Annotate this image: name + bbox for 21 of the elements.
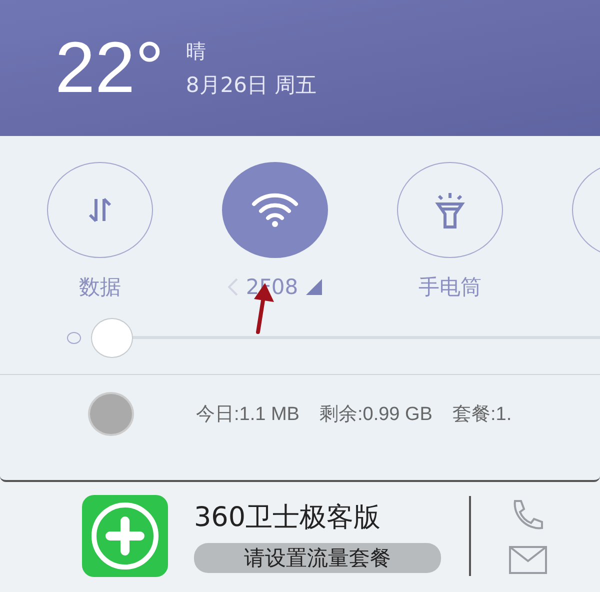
dropdown-triangle-icon[interactable] [306, 279, 322, 295]
wifi-icon [250, 192, 300, 228]
toggle-label: 数据 [79, 274, 121, 301]
chevron-left-icon[interactable] [228, 278, 238, 296]
flashlight-icon [434, 191, 466, 229]
usage-plan: 套餐:1. [452, 403, 512, 427]
usage-remaining: 剩余:0.99 GB [319, 403, 432, 427]
brightness-low-icon [67, 332, 81, 344]
usage-indicator-icon [88, 392, 134, 436]
slider-thumb[interactable] [91, 318, 133, 358]
app-logo-icon [82, 495, 168, 577]
weather-condition: 晴 [186, 38, 207, 64]
toggle-label: 手电筒 [418, 274, 482, 301]
app-name: 360卫士极客版 [194, 501, 382, 535]
flashlight-toggle[interactable] [397, 162, 503, 258]
data-toggle[interactable] [47, 162, 153, 258]
mail-icon[interactable] [508, 546, 546, 574]
temperature: 22° [55, 32, 164, 104]
usage-today: 今日:1.1 MB [196, 403, 300, 427]
plan-badge[interactable]: 请设置流量套餐 [194, 543, 441, 573]
date-text: 8月26日 周五 [186, 72, 317, 98]
